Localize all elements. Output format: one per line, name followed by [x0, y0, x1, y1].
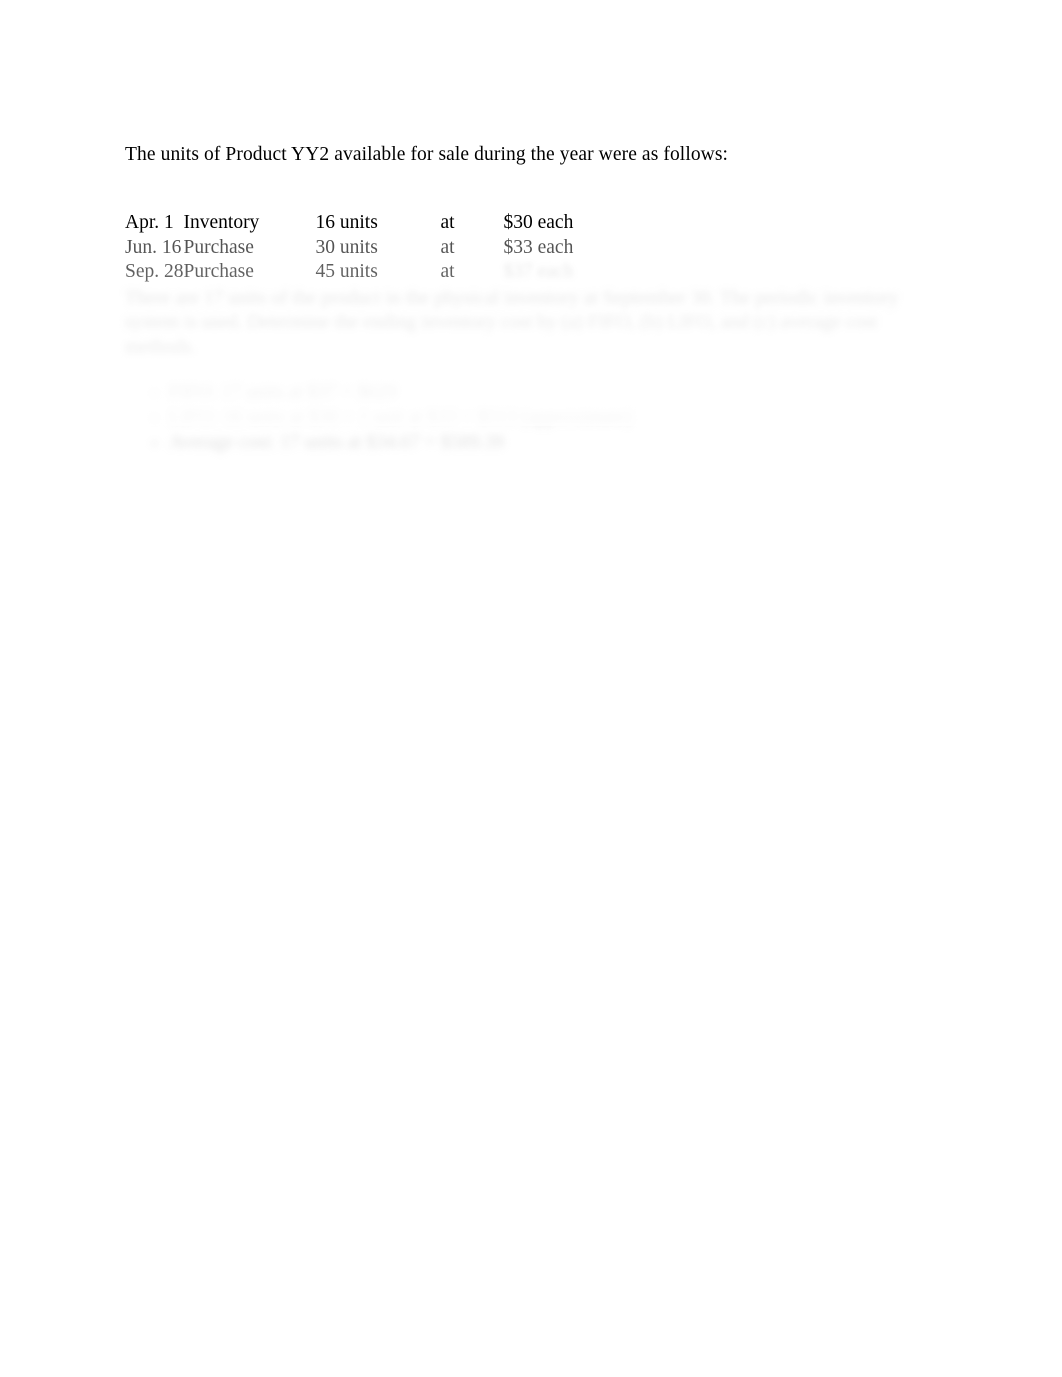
- document-body: The units of Product YY2 available for s…: [125, 122, 945, 455]
- row-description: Purchase: [183, 236, 254, 258]
- row-at: at: [440, 236, 455, 258]
- row-units: 30 units: [315, 236, 378, 258]
- row-at: at: [440, 212, 455, 233]
- row-date: Jun. 16: [125, 236, 182, 258]
- row-at: at: [440, 261, 455, 282]
- row-price: $33 each: [503, 236, 574, 258]
- inventory-table: Apr. 1 Inventory 16 units at $30 each Ju…: [125, 211, 704, 285]
- row-price: $37 each: [503, 261, 574, 282]
- row-price: $30 each: [503, 212, 574, 233]
- list-item: LIFO: 16 units at $30 + 1 unit at $33 = …: [169, 405, 945, 430]
- document-page: The units of Product YY2 available for s…: [0, 0, 1062, 1377]
- row-date: Sep. 28: [125, 261, 184, 282]
- row-date: Apr. 1: [125, 212, 174, 233]
- list-item: FIFO: 17 units at $37 = $629: [169, 380, 945, 405]
- table-row: Jun. 16 Purchase 30 units at $33 each: [125, 236, 704, 261]
- row-description: Inventory: [183, 212, 260, 233]
- instruction-paragraph: There are 17 units of the product in the…: [125, 287, 899, 358]
- answer-list: FIFO: 17 units at $37 = $629 LIFO: 16 un…: [125, 380, 945, 455]
- list-item: Average cost: 17 units at $34.67 = $589.…: [169, 430, 945, 455]
- table-row: Sep. 28 Purchase 45 units at $37 each: [125, 260, 704, 285]
- row-units: 16 units: [315, 212, 378, 233]
- table-row: Apr. 1 Inventory 16 units at $30 each: [125, 211, 704, 236]
- row-units: 45 units: [315, 261, 378, 282]
- row-description: Purchase: [183, 261, 254, 282]
- intro-paragraph: The units of Product YY2 available for s…: [125, 143, 729, 165]
